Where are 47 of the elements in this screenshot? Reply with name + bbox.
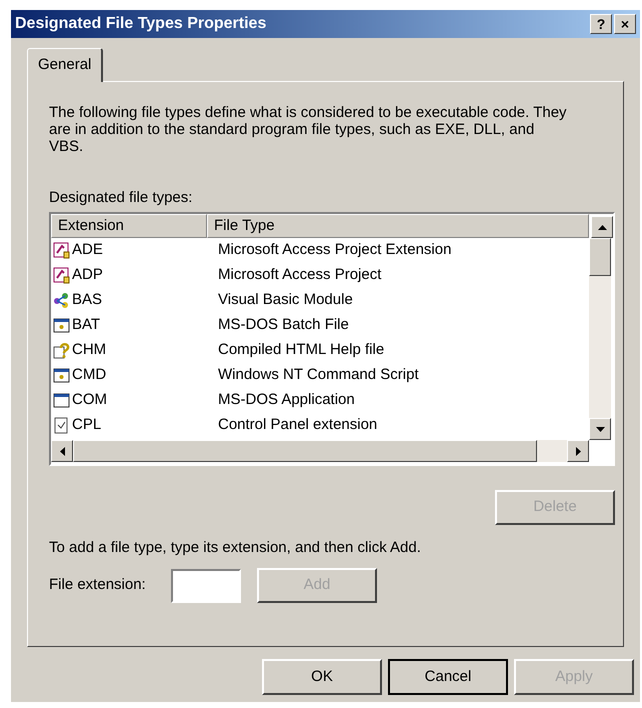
extension-cell[interactable]: ADE (72, 239, 103, 262)
file-type-icon (53, 367, 70, 384)
description-text: The following file types define what is considered to be executable code. They are in addition to the standard program file types, such as EXE, DLL, and VBS. (49, 104, 568, 155)
right-arrow-icon (576, 446, 580, 456)
file-type-cell-text: Microsoft Access Project (217, 265, 382, 286)
ok-button[interactable]: OK (262, 659, 382, 695)
up-arrow-icon (598, 224, 606, 230)
file-type-icon (53, 242, 70, 259)
file-type-icon (53, 392, 70, 409)
file-type-cell-text: MS-DOS Batch File (217, 315, 349, 336)
file-extension-label: File extension: (49, 575, 147, 596)
scroll-left-button[interactable] (51, 440, 73, 462)
file-type-icon (53, 267, 70, 284)
file-type-cell-text: Visual Basic Module (217, 290, 353, 310)
scroll-up-button[interactable] (591, 216, 613, 238)
file-type-icon (53, 342, 70, 359)
file-type-icon (53, 292, 70, 309)
file-type-icon (53, 317, 70, 334)
help-button[interactable]: ? (590, 14, 612, 34)
file-extension-field[interactable] (171, 568, 241, 602)
cancel-button[interactable]: Cancel (388, 659, 508, 695)
left-arrow-icon (60, 446, 64, 456)
extension-cell[interactable]: BAT (72, 314, 100, 337)
file-type-icon (53, 417, 70, 434)
scroll-thumb[interactable] (589, 238, 611, 276)
vertical-scrollbar[interactable] (589, 238, 611, 440)
file-type-cell-text: Windows NT Command Script (217, 365, 419, 386)
extension-cell[interactable]: CPL (72, 414, 102, 437)
file-type-cell-text: Control Panel extension (217, 415, 378, 436)
file-type-cell-text: MS-DOS Application (217, 390, 355, 410)
down-arrow-icon (596, 426, 604, 432)
extension-cell[interactable]: CMD (72, 364, 106, 387)
add-instruction-text: To add a file type, type its extension, and then click Add. (49, 539, 422, 556)
close-button[interactable]: × (614, 14, 636, 34)
file-type-cell-text: Compiled HTML Help file (217, 340, 384, 360)
extension-cell[interactable]: CHM (72, 339, 106, 362)
window-title: Designated File Types Properties (15, 14, 266, 34)
extension-cell[interactable]: BAS (72, 289, 102, 312)
extension-cell[interactable]: ADP (72, 264, 103, 287)
column-header[interactable]: File Type (207, 214, 589, 238)
column-header[interactable]: Extension (51, 214, 207, 238)
scroll-right-button[interactable] (567, 440, 589, 462)
list-label: Designated file types: (49, 189, 194, 206)
tab[interactable]: General (27, 48, 104, 82)
scroll-down-button[interactable] (589, 418, 611, 440)
file-type-cell-text: Microsoft Access Project Extension (217, 240, 452, 260)
extension-cell[interactable]: COM (72, 389, 107, 412)
